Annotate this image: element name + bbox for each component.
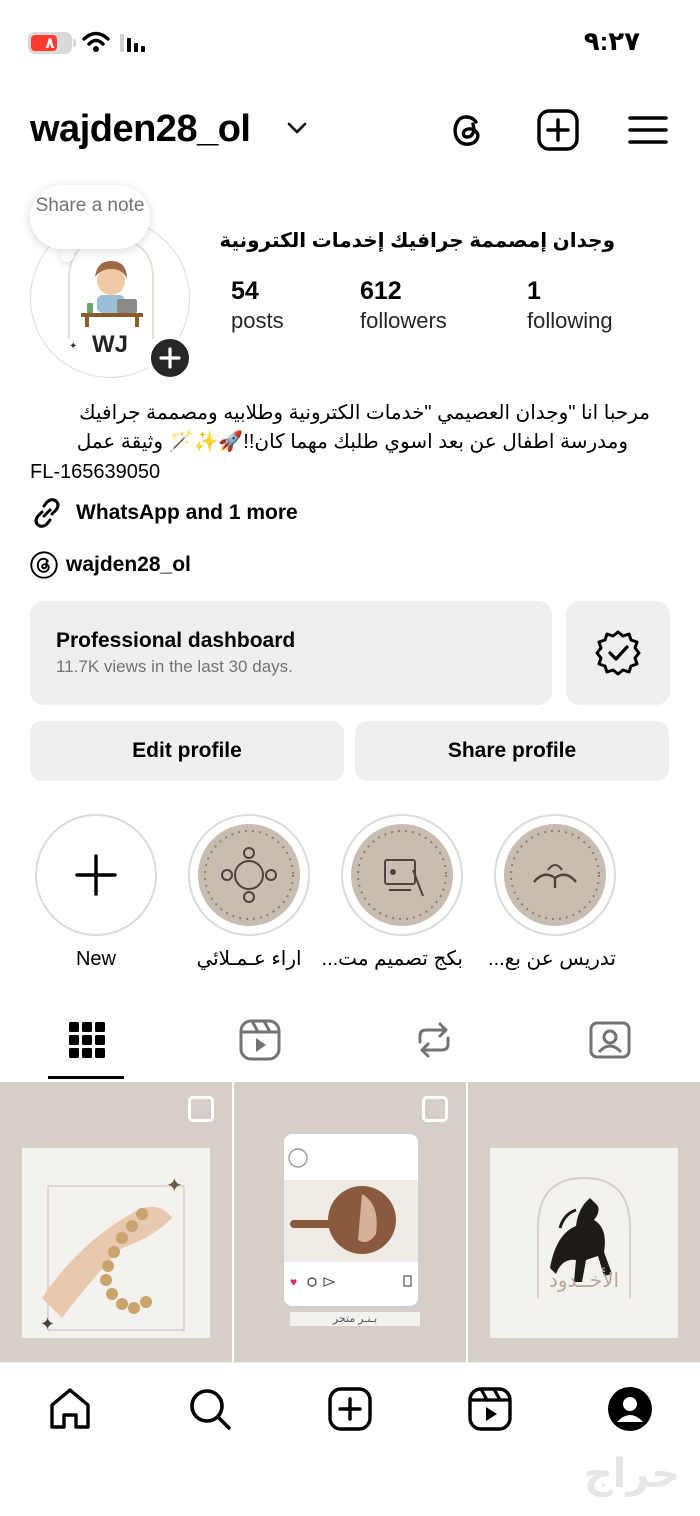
post-image [490,1148,678,1338]
meta-verified-button[interactable] [566,601,670,705]
post-caption: الأخــدود [548,1270,620,1292]
post-tile[interactable]: ♥ بـنـر متجر [234,1082,466,1362]
svg-text:✦: ✦ [166,1175,183,1197]
share-note-bubble[interactable]: Share a note [30,185,150,249]
highlight-cover [504,824,606,926]
prayer-beads-image-icon: ✦ ✦ [40,1175,185,1334]
username[interactable]: wajden28_ol [30,108,251,151]
status-bar: ٨ ٩:٢٧ [0,0,700,88]
bottom-navigation: حراج [0,1362,700,1516]
highlight-reviews[interactable]: اراء عـمـلائي [188,814,310,972]
verified-badge-icon [595,630,641,676]
active-tab-indicator [48,1076,124,1079]
horse-logo-image-icon [537,1176,631,1298]
posts-grid: ✦ ✦ ♥ بـنـر متجر الأخــدود [0,1082,700,1362]
highlight-design-package[interactable]: بكج تصميم مت... [321,814,463,972]
stat-label: following [527,308,613,333]
profile-tabs [0,1000,700,1080]
menu-icon[interactable] [626,108,670,152]
plus-icon [159,347,181,369]
stat-posts[interactable]: 54 posts [231,276,284,336]
professional-dashboard[interactable]: Professional dashboard 11.7K views in th… [30,601,552,705]
svg-text:✦: ✦ [40,1314,55,1334]
design-tools-icon [357,830,447,920]
bio-line-2: ومدرسة اطفال عن بعد اسوي طلبك مهما كان!!… [76,431,628,453]
share-profile-button[interactable]: Share profile [355,721,669,781]
open-book-icon [510,830,600,920]
threads-icon[interactable] [446,108,490,152]
wifi-icon [82,31,110,52]
post-image: ♥ [270,1132,432,1308]
highlight-cover [198,824,300,926]
battery-cap [73,39,76,47]
grid-icon [69,1022,105,1058]
threads-badge[interactable]: wajden28_ol [30,550,191,580]
stat-value: 612 [360,277,402,305]
multi-photo-icon [422,1096,448,1122]
highlight-label: تدريس عن بع... [488,948,616,970]
multi-photo-icon [188,1096,214,1122]
post-image: ✦ ✦ [22,1148,210,1338]
highlight-label: بكج تصميم مت... [321,948,463,970]
threads-icon [30,551,58,579]
edit-profile-button[interactable]: Edit profile [30,721,344,781]
add-story-button[interactable] [147,335,193,381]
new-highlight-ring [35,814,157,936]
svg-text:♥: ♥ [290,1275,297,1289]
highlight-remote-teaching[interactable]: تدريس عن بع... [488,814,616,972]
post-tile[interactable]: الأخــدود [468,1082,700,1362]
store-banner-mockup-icon: ♥ [270,1148,432,1289]
tagged-person-icon [589,1021,631,1059]
dashboard-subtitle: 11.7K views in the last 30 days. [56,657,293,676]
stat-value: 1 [527,277,541,305]
stat-following[interactable]: 1 following [527,276,613,336]
links-label: WhatsApp and 1 more [76,501,298,524]
reels-icon [239,1019,281,1061]
highlight-label: New [75,948,116,970]
watermark: حراج [583,1452,680,1496]
highlight-ring [494,814,616,936]
note-bubble-tail [60,248,74,262]
profile-avatar-icon[interactable] [606,1385,654,1433]
profile-header: wajden28_ol [0,100,700,160]
reels-icon[interactable] [466,1385,514,1433]
display-name: وجدان إمصممة جرافيك إخدمات الكترونية [219,230,615,252]
battery-icon: ٨ [28,32,72,54]
highlight-ring [188,814,310,936]
stat-followers[interactable]: 612 followers [360,276,447,336]
plus-icon [75,854,117,896]
highlight-new[interactable]: New [35,814,157,972]
create-post-icon[interactable] [536,108,580,152]
tab-reels[interactable] [200,1000,320,1080]
link-icon [34,498,60,528]
bio-line-1: مرحبا انا "وجدان العصيمي "خدمات الكتروني… [79,402,650,424]
people-table-icon [204,830,294,920]
highlight-cover [351,824,453,926]
highlight-ring [341,814,463,936]
home-icon[interactable] [46,1385,94,1433]
stat-value: 54 [231,277,259,305]
chevron-down-icon[interactable] [286,120,308,136]
tab-tagged[interactable] [550,1000,670,1080]
cell-signal-icon [120,34,145,52]
stat-label: followers [360,308,447,333]
battery-level: ٨ [45,35,55,52]
post-caption: بـنـر متجر [290,1312,420,1326]
dashboard-title: Professional dashboard [56,629,296,652]
status-time: ٩:٢٧ [583,26,640,56]
repost-icon [418,1022,450,1058]
bio-links[interactable]: WhatsApp and 1 more [30,496,298,530]
search-icon[interactable] [186,1385,234,1433]
tab-posts-grid[interactable] [27,1000,147,1080]
post-tile[interactable]: ✦ ✦ [0,1082,232,1362]
threads-handle: wajden28_ol [66,553,191,576]
bio-line-3: FL-165639050 [30,461,161,483]
create-icon[interactable] [326,1385,374,1433]
stat-label: posts [231,308,284,333]
tab-reposts[interactable] [374,1000,494,1080]
highlight-label: اراء عـمـلائي [196,948,302,970]
